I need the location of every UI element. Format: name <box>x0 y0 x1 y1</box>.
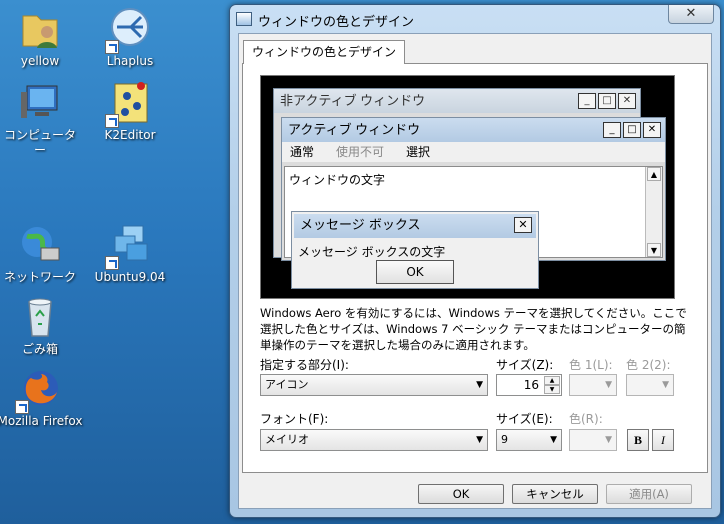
desktop-icon-label: コンピュータ ー <box>3 128 76 157</box>
scroll-up-icon: ▲ <box>647 167 661 181</box>
lhaplus-icon <box>105 6 153 54</box>
item-size-stepper[interactable]: 16 ▲ ▼ <box>496 374 562 396</box>
close-icon: ✕ <box>514 217 532 233</box>
shortcut-arrow-icon <box>15 400 29 414</box>
aero-description: Windows Aero を有効にするには、Windows テーマを選択してくだ… <box>260 306 687 352</box>
menu-item-selected[interactable]: 選択 <box>406 142 430 162</box>
menu-item-disabled[interactable]: 使用不可 <box>336 142 384 162</box>
font-size-value: 9 <box>501 433 508 446</box>
desktop-icon-label: Mozilla Firefox <box>0 414 83 428</box>
font-size-select[interactable]: 9 ▼ <box>496 429 562 451</box>
desktop-icon-yellow[interactable]: yellow <box>0 6 86 69</box>
desktop-icon-recycle-bin[interactable]: ごみ箱 <box>0 294 86 357</box>
virtual-machine-icon <box>105 222 153 270</box>
message-box-preview[interactable]: メッセージ ボックス ✕ メッセージ ボックスの文字 OK <box>291 211 539 289</box>
computer-icon <box>17 80 63 126</box>
desktop-icon-ubuntu[interactable]: Ubuntu9.04 <box>84 222 176 285</box>
inactive-title-bar[interactable]: 非アクティブ ウィンドウ _ □ ✕ <box>274 89 640 113</box>
window-text: ウィンドウの文字 <box>289 173 386 187</box>
desktop-icon-label: yellow <box>20 54 60 68</box>
desktop-icon-label: ネットワーク <box>3 270 76 284</box>
maximize-icon: □ <box>623 122 641 138</box>
preview-area[interactable]: 非アクティブ ウィンドウ _ □ ✕ アクティブ ウィンドウ _ □ ✕ 通常 … <box>260 75 675 299</box>
menu-item-normal[interactable]: 通常 <box>290 142 314 162</box>
recycle-bin-icon <box>17 294 63 340</box>
dialog-title: ウィンドウの色とデザイン <box>258 14 415 29</box>
item-size-value: 16 <box>523 378 539 392</box>
font-select-value: メイリオ <box>265 433 309 446</box>
color1-picker[interactable]: ▼ <box>569 374 617 396</box>
close-icon: ✕ <box>643 122 661 138</box>
dialog-client-area: ウィンドウの色とデザイン 非アクティブ ウィンドウ _ □ ✕ アクティブ ウィ… <box>238 33 712 509</box>
desktop-icon-computer[interactable]: コンピュータ ー <box>0 80 86 158</box>
tab-panel: 非アクティブ ウィンドウ _ □ ✕ アクティブ ウィンドウ _ □ ✕ 通常 … <box>242 63 708 473</box>
color2-label: 色 2(2): <box>626 358 671 372</box>
message-box-ok-button[interactable]: OK <box>376 260 454 284</box>
maximize-icon: □ <box>598 93 616 109</box>
chevron-down-icon: ▼ <box>476 435 483 445</box>
user-folder-icon <box>17 6 63 52</box>
preview-scrollbar[interactable]: ▲ ▼ <box>645 167 662 257</box>
item-select[interactable]: アイコン ▼ <box>260 374 488 396</box>
shortcut-arrow-icon <box>105 256 119 270</box>
desktop-icon-label: ごみ箱 <box>21 342 58 356</box>
chevron-down-icon: ▼ <box>662 380 669 390</box>
preview-menu-bar: 通常 使用不可 選択 <box>282 142 665 162</box>
font-label: フォント(F): <box>260 412 329 426</box>
font-size-label: サイズ(E): <box>496 412 553 426</box>
network-globe-icon <box>17 222 63 268</box>
ok-button[interactable]: OK <box>418 484 504 504</box>
cancel-button[interactable]: キャンセル <box>512 484 598 504</box>
desktop-icon-label: Ubuntu9.04 <box>94 270 166 284</box>
chevron-down-icon: ▼ <box>550 435 557 445</box>
desktop-icon-label: Lhaplus <box>106 54 154 68</box>
title-bar[interactable]: ウィンドウの色とデザイン ✕ <box>230 5 720 33</box>
spin-down-icon[interactable]: ▼ <box>544 385 560 394</box>
desktop-icon-network[interactable]: ネットワーク <box>0 222 86 285</box>
display-settings-icon <box>236 12 252 26</box>
message-box-title: メッセージ ボックス <box>300 218 421 233</box>
scroll-down-icon: ▼ <box>647 243 661 257</box>
shortcut-arrow-icon <box>105 114 119 128</box>
font-color-picker[interactable]: ▼ <box>569 429 617 451</box>
shortcut-arrow-icon <box>105 40 119 54</box>
chevron-down-icon: ▼ <box>476 380 483 390</box>
active-window-title: アクティブ ウィンドウ <box>288 122 421 137</box>
chevron-down-icon: ▼ <box>605 435 612 445</box>
font-color-label: 色(R): <box>569 412 603 426</box>
color1-label: 色 1(L): <box>569 358 613 372</box>
desktop-icon-lhaplus[interactable]: Lhaplus <box>84 6 176 69</box>
color2-picker[interactable]: ▼ <box>626 374 674 396</box>
bold-button[interactable]: B <box>627 429 649 451</box>
active-title-bar[interactable]: アクティブ ウィンドウ _ □ ✕ <box>282 118 665 142</box>
message-box-title-bar[interactable]: メッセージ ボックス <box>294 214 536 238</box>
k2editor-icon <box>105 80 153 128</box>
minimize-icon: _ <box>603 122 621 138</box>
item-select-value: アイコン <box>265 378 309 391</box>
close-icon: ✕ <box>618 93 636 109</box>
font-select[interactable]: メイリオ ▼ <box>260 429 488 451</box>
desktop-icon-k2editor[interactable]: K2Editor <box>84 80 176 143</box>
inactive-window-title: 非アクティブ ウィンドウ <box>280 93 426 108</box>
italic-button[interactable]: I <box>652 429 674 451</box>
window-color-dialog: ウィンドウの色とデザイン ✕ ウィンドウの色とデザイン 非アクティブ ウィンドウ… <box>229 4 721 518</box>
item-label: 指定する部分(I): <box>260 358 349 372</box>
minimize-icon: _ <box>578 93 596 109</box>
item-size-label: サイズ(Z): <box>496 358 554 372</box>
spin-up-icon[interactable]: ▲ <box>544 376 560 385</box>
firefox-icon <box>15 366 63 414</box>
chevron-down-icon: ▼ <box>605 380 612 390</box>
close-button[interactable]: ✕ <box>668 5 714 24</box>
desktop-icon-label: K2Editor <box>104 128 156 142</box>
tab-window-color[interactable]: ウィンドウの色とデザイン <box>243 40 406 64</box>
desktop-icon-firefox[interactable]: Mozilla Firefox <box>0 366 86 429</box>
apply-button[interactable]: 適用(A) <box>606 484 692 504</box>
